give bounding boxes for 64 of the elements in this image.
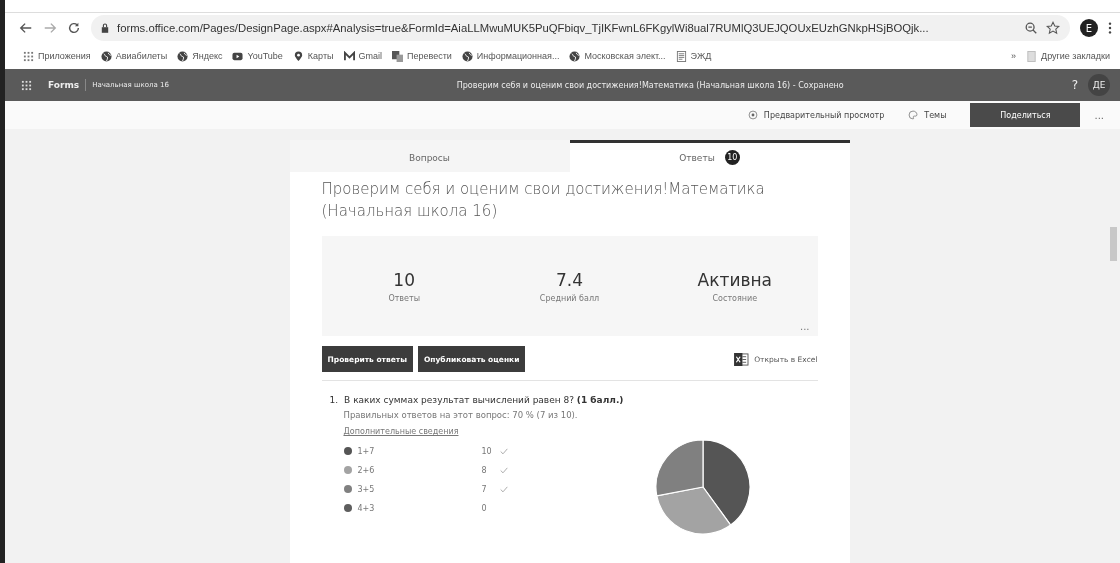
more-bookmarks[interactable]: » <box>1011 51 1017 61</box>
bookmark[interactable]: Московская элект... <box>584 51 666 61</box>
app-name[interactable]: Forms <box>48 80 80 90</box>
question-text: В каких суммах результат вычислений равен 8? (1 балл.) <box>344 395 624 405</box>
bookmark[interactable]: Gmail <box>358 51 383 61</box>
globe-icon <box>100 50 112 62</box>
question-number: 1. <box>329 395 339 405</box>
menu-icon[interactable] <box>1108 21 1112 35</box>
globe-icon <box>177 50 189 62</box>
stat-label: Ответы <box>388 293 420 303</box>
eye-icon <box>747 110 758 120</box>
apps-icon <box>23 50 34 62</box>
option-count: 8 <box>481 465 487 475</box>
reload-icon[interactable] <box>67 21 81 35</box>
option-label: 1+7 <box>357 446 375 456</box>
question-summary: Правильных ответов на этот вопрос: 70 % (7 из 10). <box>343 410 579 420</box>
globe-icon <box>569 50 581 62</box>
bookmark[interactable]: Приложения <box>38 51 91 61</box>
details-link[interactable]: Дополнительные сведения <box>343 427 459 436</box>
bookmark[interactable]: YouTube <box>247 51 283 61</box>
stat-label: Состояние <box>712 293 758 303</box>
scrollbar-thumb[interactable] <box>1110 227 1117 261</box>
option-label: 3+5 <box>357 484 375 494</box>
more-options[interactable]: ... <box>799 321 810 332</box>
form-name: Проверим себя и оценим свои достижения!Математика (Начальная школа 16) - Сохранено <box>455 80 845 90</box>
map-pin-icon <box>292 50 304 62</box>
profile-avatar[interactable]: E <box>1080 19 1098 37</box>
app-launcher-icon[interactable] <box>21 79 32 91</box>
back-icon[interactable] <box>19 21 33 35</box>
preview-button[interactable]: Предварительный просмотр <box>747 110 885 120</box>
bookmark[interactable]: ЭЖД <box>690 51 712 61</box>
option-label: 2+6 <box>357 465 375 475</box>
bookmark[interactable]: Информационная... <box>476 51 560 61</box>
zoom-icon[interactable] <box>1024 21 1038 35</box>
themes-button[interactable]: Темы <box>908 110 947 120</box>
translate-icon <box>392 50 404 62</box>
palette-icon <box>908 110 919 120</box>
option-label: 4+3 <box>357 503 375 513</box>
globe-icon <box>461 50 473 62</box>
help-icon[interactable]: ? <box>1071 78 1078 92</box>
document-icon <box>675 50 687 62</box>
option-count: 7 <box>481 484 487 494</box>
form-title: Проверим себя и оценим свои достижения!Математика (Начальная школа 16) <box>321 179 766 222</box>
spreadsheet-icon <box>734 352 750 366</box>
user-avatar[interactable]: ДЕ <box>1088 74 1110 96</box>
stat-label: Средний балл <box>539 293 600 303</box>
video-icon <box>232 50 244 62</box>
more-options[interactable]: ... <box>1094 109 1104 121</box>
mail-icon <box>343 50 355 62</box>
star-icon[interactable] <box>1046 21 1060 35</box>
option-count: 10 <box>481 446 492 456</box>
stat-value: 7.4 <box>555 269 583 290</box>
bookmark[interactable]: Перевести <box>407 51 452 61</box>
bookmark[interactable]: Авиабилеты <box>115 51 168 61</box>
address-bar[interactable]: forms.office.com/Pages/DesignPage.aspx#Analysis=true&FormId=AiaLLMwuMUK5PuQFbiqv_TjIKFwnL6FKgylWi8ual7RUMlQ3UEJQOUxEUzhGNkpHSjBOQjk... <box>91 15 1070 41</box>
stat-value: Активна <box>697 269 772 290</box>
option-count: 0 <box>481 503 487 513</box>
share-button[interactable]: Поделиться <box>970 103 1081 127</box>
other-bookmarks[interactable]: Другие закладки <box>1041 51 1110 61</box>
bookmark[interactable]: Яндекс <box>192 51 223 61</box>
stat-value: 10 <box>393 269 415 290</box>
lock-icon <box>101 23 109 33</box>
tab[interactable]: Вопросы <box>289 140 570 172</box>
bookmark[interactable]: Карты <box>307 51 334 61</box>
